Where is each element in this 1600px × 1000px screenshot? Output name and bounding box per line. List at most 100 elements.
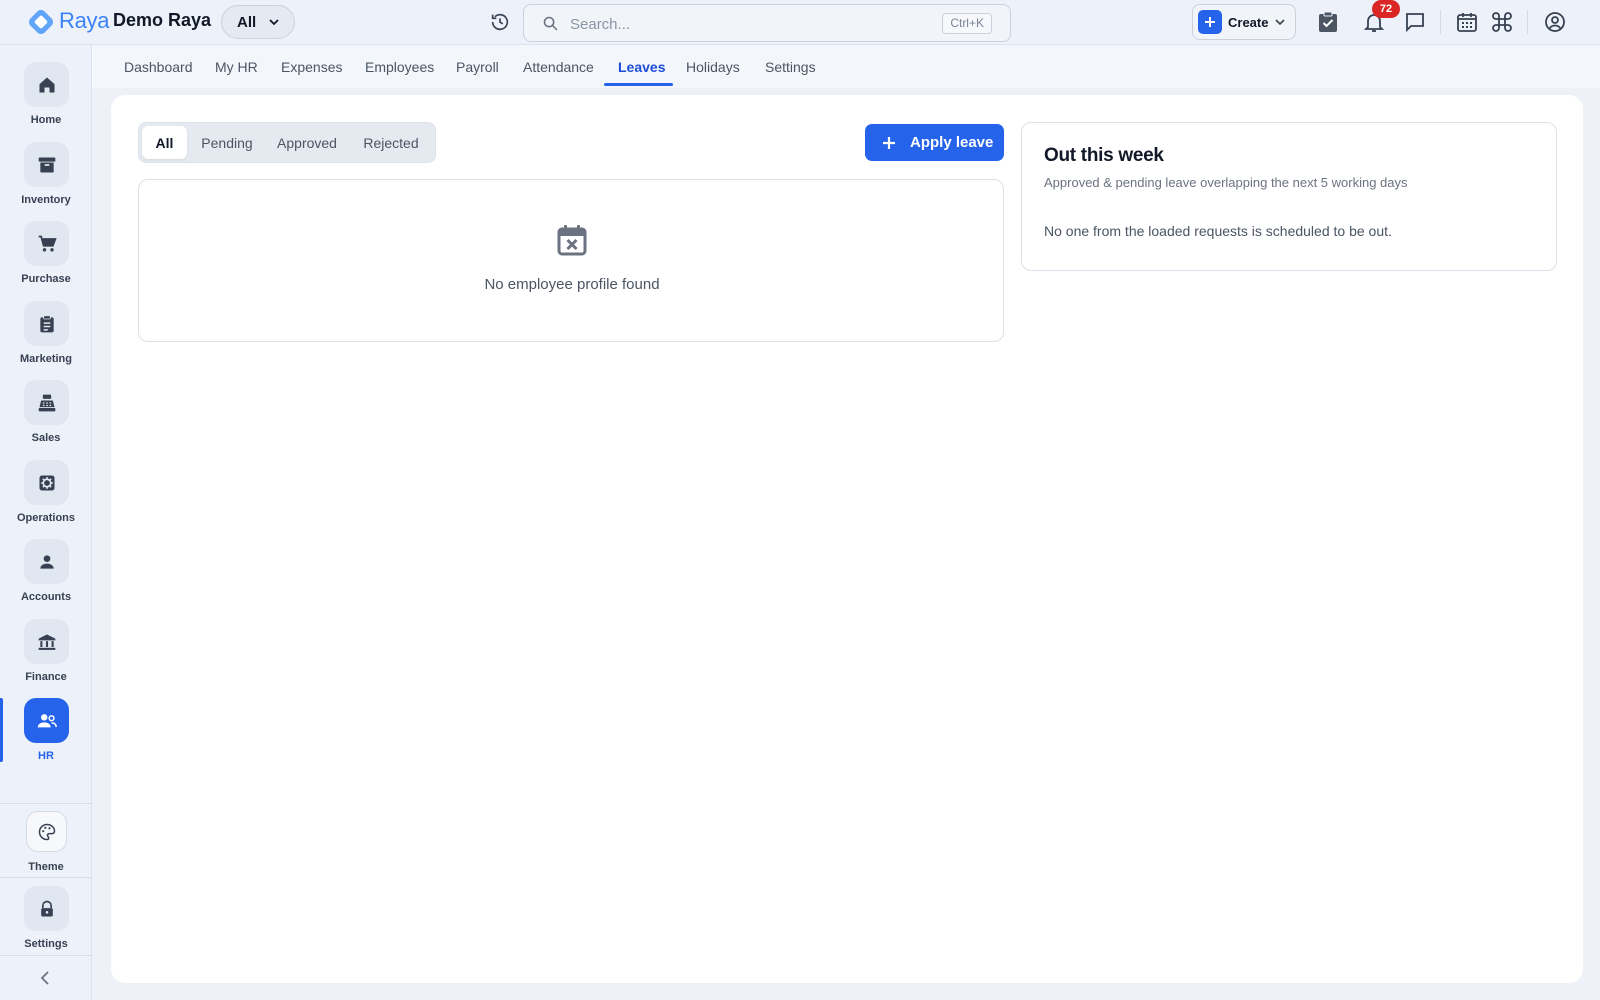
apply-leave-button[interactable]: Apply leave	[865, 124, 1004, 161]
tab-employees[interactable]: Employees	[365, 59, 434, 75]
sidebar-item-inventory[interactable]: Inventory	[0, 142, 92, 220]
search-input[interactable]	[570, 13, 920, 35]
bank-icon	[38, 634, 55, 650]
create-button[interactable]: Create	[1192, 4, 1296, 40]
sidebar-item-label: Inventory	[21, 194, 71, 206]
command-icon[interactable]	[1490, 10, 1514, 34]
filter-pending[interactable]: Pending	[191, 126, 263, 159]
sidebar-item-operations[interactable]: Operations	[0, 460, 92, 538]
palette-icon	[38, 823, 55, 840]
tasks-check-icon[interactable]	[1316, 10, 1340, 34]
search-shortcut-hint: Ctrl+K	[942, 13, 992, 34]
out-this-week-card: Out this week Approved & pending leave o…	[1021, 122, 1557, 271]
plus-icon	[1198, 10, 1222, 34]
sidebar-item-sales[interactable]: Sales	[0, 380, 92, 458]
gear-icon	[39, 475, 54, 490]
raya-logo-icon[interactable]	[26, 7, 56, 37]
sidebar-divider	[0, 877, 92, 878]
sidebar-tile	[24, 142, 69, 187]
tab-my-hr[interactable]: My HR	[215, 59, 258, 75]
tab-payroll[interactable]: Payroll	[456, 59, 499, 75]
lock-icon	[40, 900, 53, 916]
sidebar-item-label: Purchase	[21, 273, 71, 285]
sidebar-divider	[0, 803, 92, 804]
person-icon	[39, 554, 54, 569]
create-button-label: Create	[1228, 14, 1269, 30]
history-icon[interactable]	[489, 11, 511, 33]
sidebar-item-settings[interactable]: Settings	[0, 886, 92, 964]
active-tab-underline	[604, 83, 673, 86]
tab-settings[interactable]: Settings	[765, 59, 816, 75]
sidebar-item-label: HR	[38, 750, 54, 762]
cart-icon	[38, 235, 57, 251]
home-icon	[39, 77, 54, 92]
calendar-x-icon	[557, 225, 587, 256]
tab-holidays[interactable]: Holidays	[686, 59, 740, 75]
sidebar-tile	[24, 539, 69, 584]
sidebar-tile	[24, 886, 69, 931]
user-account-icon[interactable]	[1543, 10, 1567, 34]
apply-leave-label: Apply leave	[910, 134, 994, 151]
scope-selector[interactable]: All	[221, 5, 295, 39]
people-icon	[37, 713, 57, 727]
sidebar-tile	[26, 811, 67, 852]
toolbar-divider	[1440, 10, 1441, 34]
chevron-down-icon	[269, 19, 279, 26]
tab-dashboard[interactable]: Dashboard	[124, 59, 193, 75]
clipboard-icon	[39, 314, 54, 332]
sidebar-item-home[interactable]: Home	[0, 62, 92, 140]
toolbar-divider	[1527, 10, 1528, 34]
leave-requests-empty-state: No employee profile found	[138, 179, 1004, 342]
sidebar-item-accounts[interactable]: Accounts	[0, 539, 92, 617]
sidebar-tile	[24, 380, 69, 425]
filter-approved[interactable]: Approved	[267, 126, 347, 159]
sidebar-item-label: Sales	[31, 432, 61, 444]
global-search[interactable]: Ctrl+K	[523, 4, 1011, 42]
out-this-week-title: Out this week	[1044, 145, 1164, 166]
organization-name: Demo Raya	[113, 10, 212, 30]
sidebar-item-hr[interactable]: HR	[0, 698, 92, 776]
sidebar: Home Inventory Purchase Marketing Sales …	[0, 45, 92, 1000]
leave-status-filter: All Pending Approved Rejected	[138, 122, 436, 163]
archive-icon	[38, 157, 55, 172]
filter-all[interactable]: All	[142, 126, 187, 159]
brand-name[interactable]: Raya	[59, 8, 109, 34]
top-bar: Raya Demo Raya All Ctrl+K Create 72	[0, 0, 1600, 45]
sidebar-item-label: Accounts	[20, 591, 72, 603]
active-indicator	[0, 698, 3, 762]
sidebar-item-label: Finance	[25, 671, 67, 683]
leaves-panel: All Pending Approved Rejected Apply leav…	[111, 95, 1583, 983]
sidebar-item-label: Settings	[24, 938, 68, 950]
out-this-week-subtitle: Approved & pending leave overlapping the…	[1044, 175, 1408, 190]
sidebar-item-label: Marketing	[20, 353, 72, 365]
sidebar-tile	[24, 62, 69, 107]
hr-tab-bar: Dashboard My HR Expenses Employees Payro…	[92, 45, 1600, 88]
chevron-down-icon	[1275, 19, 1286, 26]
calendar-icon[interactable]	[1455, 10, 1479, 34]
sidebar-tile	[24, 221, 69, 266]
tab-expenses[interactable]: Expenses	[281, 59, 342, 75]
tab-leaves[interactable]: Leaves	[618, 59, 665, 75]
sidebar-item-label: Theme	[28, 861, 64, 873]
sidebar-tile	[24, 698, 69, 743]
filter-rejected[interactable]: Rejected	[351, 126, 431, 159]
out-this-week-message: No one from the loaded requests is sched…	[1044, 223, 1392, 239]
sidebar-item-label: Home	[30, 114, 62, 126]
empty-state-message: No employee profile found	[484, 276, 660, 293]
sidebar-item-marketing[interactable]: Marketing	[0, 301, 92, 379]
sidebar-item-label: Operations	[16, 512, 76, 524]
plus-icon	[883, 136, 895, 149]
sidebar-tile	[24, 301, 69, 346]
cash-register-icon	[38, 394, 55, 411]
sidebar-divider	[0, 955, 92, 956]
sidebar-item-purchase[interactable]: Purchase	[0, 221, 92, 299]
notification-count-badge: 72	[1372, 0, 1400, 18]
sidebar-tile	[24, 460, 69, 505]
search-icon	[543, 16, 558, 31]
tab-attendance[interactable]: Attendance	[523, 59, 594, 75]
chevron-left-icon[interactable]	[36, 968, 56, 988]
sidebar-item-finance[interactable]: Finance	[0, 619, 92, 697]
chat-icon[interactable]	[1403, 10, 1427, 34]
sidebar-tile	[24, 619, 69, 664]
scope-selector-value: All	[237, 13, 257, 31]
